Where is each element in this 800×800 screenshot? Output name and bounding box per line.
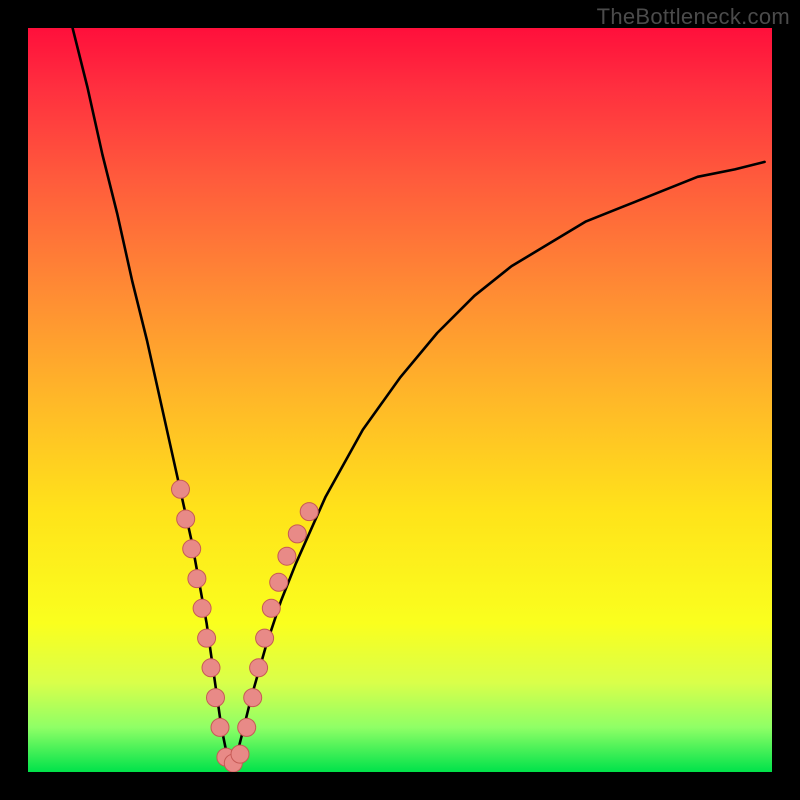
- data-dot: [250, 659, 268, 677]
- data-dot: [188, 570, 206, 588]
- data-dot: [207, 689, 225, 707]
- data-dot: [262, 599, 280, 617]
- data-dot: [211, 718, 229, 736]
- chart-frame: TheBottleneck.com: [0, 0, 800, 800]
- data-dot: [172, 480, 190, 498]
- data-dot: [177, 510, 195, 528]
- data-dot: [278, 547, 296, 565]
- data-dots: [172, 480, 319, 772]
- data-dot: [198, 629, 216, 647]
- data-dot: [193, 599, 211, 617]
- plot-svg: [28, 28, 772, 772]
- watermark-text: TheBottleneck.com: [597, 4, 790, 30]
- data-dot: [270, 573, 288, 591]
- data-dot: [202, 659, 220, 677]
- data-dot: [231, 745, 249, 763]
- data-dot: [256, 629, 274, 647]
- plot-area: [28, 28, 772, 772]
- bottleneck-curve: [73, 28, 765, 765]
- data-dot: [288, 525, 306, 543]
- data-dot: [183, 540, 201, 558]
- data-dot: [238, 718, 256, 736]
- data-dot: [300, 503, 318, 521]
- data-dot: [244, 689, 262, 707]
